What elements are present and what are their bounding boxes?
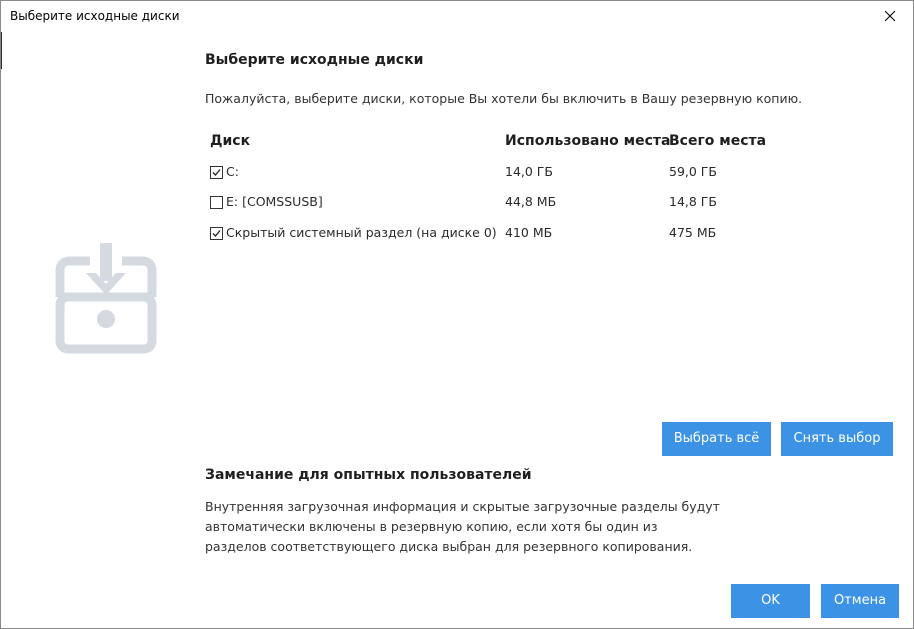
note-line: разделов соответствующего диска выбран д… [205, 539, 693, 554]
cancel-button[interactable]: Отмена [821, 584, 899, 618]
disk-total-space: 475 МБ [669, 225, 717, 240]
disk-row[interactable]: C: 14,0 ГБ 59,0 ГБ [205, 161, 805, 185]
note-line: автоматически включены в резервную копию… [205, 519, 658, 534]
disk-checkbox[interactable] [210, 227, 223, 240]
disk-row[interactable]: Скрытый системный раздел (на диске 0) 41… [205, 222, 805, 246]
dialog-window: Выберите исходные диски Выберите исходны… [0, 0, 914, 629]
column-header-used: Использовано места [505, 133, 671, 149]
disk-used-space: 410 МБ [505, 225, 553, 240]
chest-download-icon [55, 243, 157, 354]
disk-checkbox[interactable] [210, 166, 223, 179]
window-title: Выберите исходные диски [10, 9, 180, 23]
disk-checkbox[interactable] [210, 196, 223, 209]
deselect-button[interactable]: Снять выбор [781, 422, 893, 456]
disk-name: E: [COMSSUSB] [226, 194, 323, 209]
disk-row[interactable]: E: [COMSSUSB] 44,8 МБ 14,8 ГБ [205, 191, 805, 215]
ok-button[interactable]: OK [731, 584, 810, 618]
disk-name: C: [226, 164, 239, 179]
disk-used-space: 14,0 ГБ [505, 164, 554, 179]
disk-name: Скрытый системный раздел (на диске 0) [226, 225, 497, 240]
column-header-total: Всего места [669, 133, 767, 149]
checkmark-icon [212, 169, 221, 176]
window-edge [1, 32, 2, 69]
column-header-disk: Диск [210, 133, 251, 149]
note-line: Внутренняя загрузочная информация и скры… [205, 499, 720, 514]
note-heading: Замечание для опытных пользователей [205, 467, 532, 483]
select-all-button[interactable]: Выбрать всё [662, 422, 771, 456]
page-title: Выберите исходные диски [205, 52, 424, 68]
close-icon [884, 10, 896, 22]
checkmark-icon [212, 230, 221, 237]
close-button[interactable] [867, 1, 913, 32]
note-text: Внутренняя загрузочная информация и скры… [205, 497, 725, 557]
disk-total-space: 14,8 ГБ [669, 194, 718, 209]
title-bar: Выберите исходные диски [1, 1, 913, 32]
disk-used-space: 44,8 МБ [505, 194, 557, 209]
page-subtitle: Пожалуйста, выберите диски, которые Вы х… [205, 91, 803, 106]
disk-total-space: 59,0 ГБ [669, 164, 718, 179]
